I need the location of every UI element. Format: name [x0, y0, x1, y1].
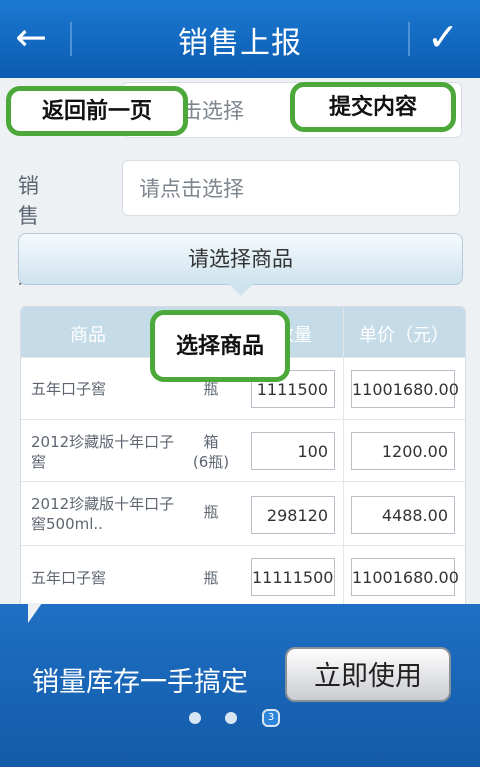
table-row: 五年口子窖 瓶 11111500 11001680.00 [21, 545, 465, 608]
page-dot-2[interactable] [225, 712, 237, 724]
product-name: 五年口子窖 [31, 380, 107, 398]
callout-submit: 提交内容 [290, 82, 456, 132]
page-dot-3-active[interactable]: 3 [262, 709, 280, 727]
use-now-button[interactable]: 立即使用 [285, 647, 451, 702]
submit-button[interactable]: ✓ [420, 14, 466, 60]
page-dot-1[interactable] [189, 712, 201, 724]
product-name: 五年口子窖 [31, 569, 107, 587]
select-product-button[interactable]: 请选择商品 [18, 233, 463, 296]
banner-notch [28, 603, 56, 623]
divider [408, 22, 410, 56]
product-unit: 箱 (6瓶) [192, 433, 230, 471]
product-name: 2012珍藏版十年口子窖 [31, 433, 175, 471]
product-unit: 瓶 [203, 569, 219, 587]
column-header-product: 商品 [70, 325, 106, 346]
product-unit: 瓶 [203, 503, 219, 521]
table-row: 2012珍藏版十年口子窖500ml.. 瓶 298120 4488.00 [21, 481, 465, 546]
product-name: 2012珍藏版十年口子窖500ml.. [31, 495, 175, 533]
column-header-price: 单价（元） [359, 325, 449, 346]
promo-banner: 销量库存一手搞定 立即使用 3 [0, 603, 480, 767]
product-unit: 瓶 [203, 380, 219, 398]
callout-back: 返回前一页 [6, 86, 188, 136]
price-input[interactable]: 1200.00 [351, 432, 455, 470]
price-input[interactable]: 11001680.00 [351, 370, 459, 408]
quantity-input[interactable]: 100 [251, 432, 335, 470]
quantity-input[interactable]: 298120 [251, 496, 335, 534]
checkmark-icon: ✓ [427, 15, 459, 59]
banner-slogan: 销量库存一手搞定 [32, 667, 248, 698]
quantity-input[interactable]: 11111500 [251, 558, 335, 596]
price-input[interactable]: 4488.00 [351, 496, 455, 534]
price-input[interactable]: 11001680.00 [351, 558, 459, 596]
date-select-field[interactable]: 请点击选择 [122, 160, 460, 216]
callout-product: 选择商品 [150, 310, 290, 382]
table-row: 2012珍藏版十年口子窖 箱 (6瓶) 100 1200.00 [21, 419, 465, 482]
top-bar: ← 销售上报 ✓ [0, 0, 480, 78]
